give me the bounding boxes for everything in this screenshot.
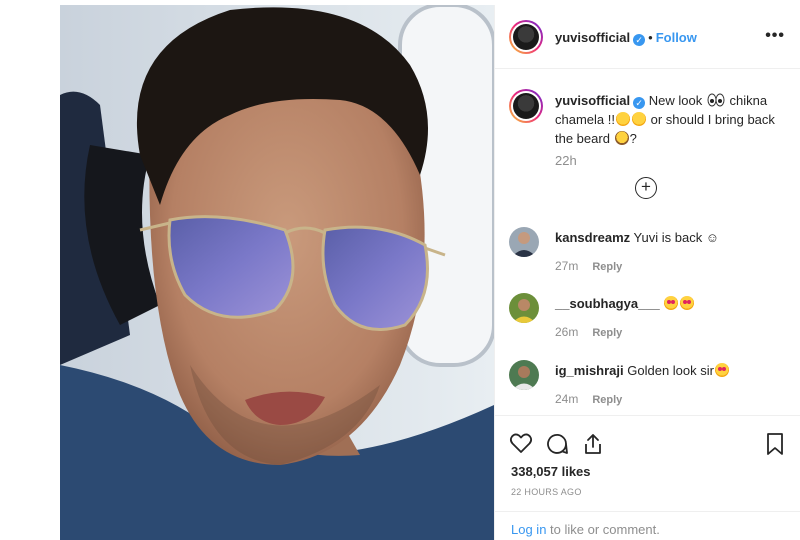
likes-count[interactable]: 338,057 likes (511, 464, 591, 479)
verified-icon: ✓ (633, 34, 646, 46)
comment-time: 24m (555, 392, 579, 406)
author-username[interactable]: yuvisofficial (555, 30, 630, 45)
follow-button[interactable]: Follow (656, 30, 697, 45)
login-suffix: to like or comment. (546, 522, 660, 537)
comment-username[interactable]: __soubhagya___ (555, 296, 660, 311)
post-details-panel: yuvisofficial ✓ • Follow ••• yuvisofficial ✓… (494, 5, 800, 540)
separator-dot: • (648, 30, 653, 45)
grin-emoji-icon (615, 112, 630, 126)
post-photo[interactable] (60, 5, 494, 540)
post-timestamp: 22 HOURS AGO (511, 487, 582, 497)
more-icon[interactable]: ••• (765, 27, 785, 45)
share-icon[interactable] (581, 432, 605, 461)
login-prompt: Log in to like or comment. (495, 511, 800, 540)
post-page: yuvisofficial ✓ • Follow ••• yuvisofficial ✓… (0, 0, 800, 540)
comment-meta: 26m Reply (555, 325, 622, 339)
comment-time: 26m (555, 325, 579, 339)
reply-button[interactable]: Reply (592, 261, 622, 273)
author-avatar[interactable] (509, 20, 543, 54)
selfie-image (60, 5, 494, 540)
caption-avatar[interactable] (509, 89, 543, 123)
caption-username[interactable]: yuvisofficial (555, 93, 630, 108)
heart-eyes-emoji-icon (714, 363, 729, 377)
heart-eyes-emoji-icon (680, 296, 695, 310)
reply-button[interactable]: Reply (592, 394, 622, 406)
comment-meta: 24m Reply (555, 392, 622, 406)
heart-icon[interactable] (509, 432, 533, 459)
commenter-avatar[interactable] (509, 293, 539, 323)
login-link[interactable]: Log in (511, 522, 546, 537)
commenter-avatar[interactable] (509, 227, 539, 257)
comment-meta: 27m Reply (555, 259, 622, 273)
caption: yuvisofficial ✓ New look chikna chamela !… (555, 91, 785, 148)
commenter-avatar[interactable] (509, 360, 539, 390)
comment-body: __soubhagya___ (555, 295, 785, 313)
wink-emoji-icon (631, 112, 646, 126)
reply-button[interactable]: Reply (592, 327, 622, 339)
post-header: yuvisofficial ✓ • Follow ••• (495, 5, 800, 69)
caption-time: 22h (555, 153, 577, 168)
comment-time: 27m (555, 259, 579, 273)
bookmark-icon[interactable] (765, 432, 785, 461)
heart-eyes-emoji-icon (664, 296, 679, 310)
caption-text-4: ? (629, 131, 637, 146)
caption-text-1: New look (648, 93, 703, 108)
verified-icon: ✓ (633, 97, 646, 109)
post-actions: 338,057 likes 22 HOURS AGO Log in to lik… (495, 415, 800, 540)
comment-icon[interactable] (545, 432, 569, 461)
eyes-emoji-icon (707, 93, 725, 107)
plus-circle-icon[interactable]: + (635, 177, 657, 199)
comment-username[interactable]: kansdreamz (555, 230, 630, 245)
comment-body: ig_mishraji Golden look sir (555, 362, 785, 380)
author-line: yuvisofficial ✓ • Follow (555, 29, 697, 47)
comment-username[interactable]: ig_mishraji (555, 363, 624, 378)
beard-emoji-icon (614, 131, 629, 145)
comment-body: kansdreamz Yuvi is back ☺ (555, 229, 785, 247)
comment-text: Golden look sir (627, 363, 714, 378)
comment-text: Yuvi is back ☺ (633, 230, 720, 245)
